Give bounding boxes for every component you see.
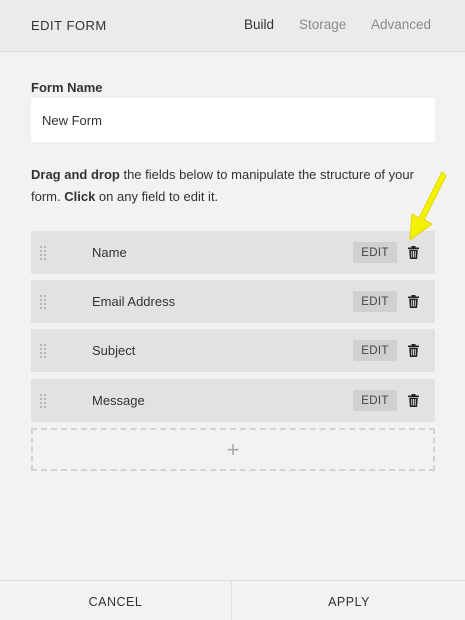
drag-handle-icon[interactable] xyxy=(39,294,47,309)
page-title: EDIT FORM xyxy=(31,18,107,33)
drag-handle-icon[interactable] xyxy=(39,393,47,408)
add-field-button[interactable]: + xyxy=(31,428,435,471)
form-field-row[interactable]: Message EDIT xyxy=(31,379,435,422)
plus-icon: + xyxy=(226,437,240,462)
tab-advanced[interactable]: Advanced xyxy=(371,17,431,32)
instructions-text: Drag and drop the fields below to manipu… xyxy=(31,164,435,208)
drag-handle-icon[interactable] xyxy=(39,343,47,358)
edit-field-button[interactable]: EDIT xyxy=(353,340,397,361)
edit-field-button[interactable]: EDIT xyxy=(353,390,397,411)
trash-icon[interactable] xyxy=(408,394,419,407)
apply-button[interactable]: APPLY xyxy=(233,581,465,620)
instructions-text-2: on any field to edit it. xyxy=(95,189,219,204)
form-name-input[interactable] xyxy=(31,98,435,142)
trash-icon[interactable] xyxy=(408,344,419,357)
instructions-bold-drag: Drag and drop xyxy=(31,167,120,182)
footer-bar: CANCEL APPLY xyxy=(0,580,465,620)
form-name-label: Form Name xyxy=(31,80,103,95)
cancel-button[interactable]: CANCEL xyxy=(0,581,232,620)
header-bar: EDIT FORM Build Storage Advanced xyxy=(0,0,465,52)
tab-storage[interactable]: Storage xyxy=(299,17,346,32)
tab-build[interactable]: Build xyxy=(244,17,274,32)
form-field-row[interactable]: Subject EDIT xyxy=(31,329,435,372)
form-field-row[interactable]: Name EDIT xyxy=(31,231,435,274)
edit-field-button[interactable]: EDIT xyxy=(353,291,397,312)
yellow-arrow-icon xyxy=(409,171,447,241)
form-field-row[interactable]: Email Address EDIT xyxy=(31,280,435,323)
trash-icon[interactable] xyxy=(408,295,419,308)
field-name: Subject xyxy=(92,343,136,358)
edit-field-button[interactable]: EDIT xyxy=(353,242,397,263)
field-name: Name xyxy=(92,245,127,260)
instructions-bold-click: Click xyxy=(64,189,96,204)
drag-handle-icon[interactable] xyxy=(39,245,47,260)
field-name: Message xyxy=(92,393,145,408)
field-name: Email Address xyxy=(92,294,176,309)
